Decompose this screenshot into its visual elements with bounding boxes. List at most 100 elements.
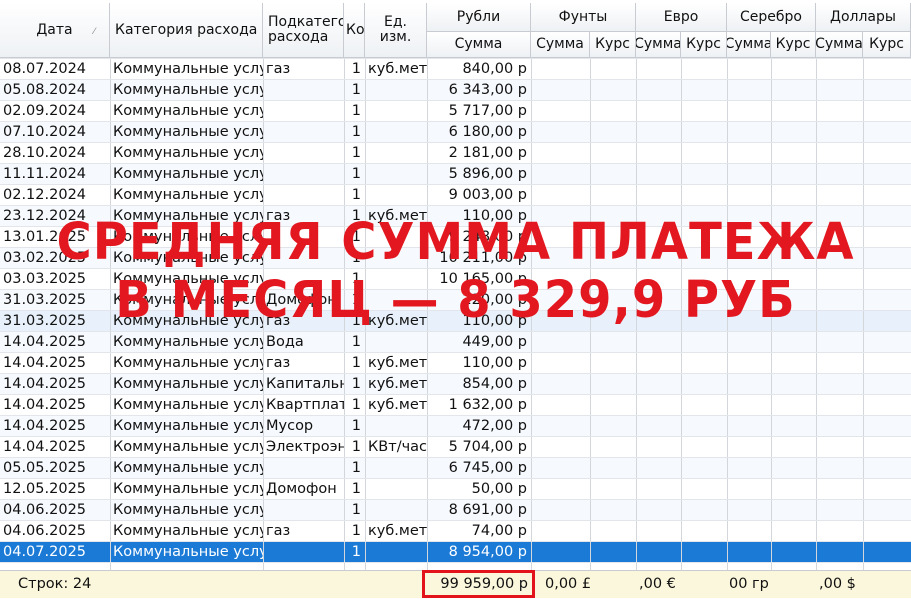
table-row[interactable]: 02.12.2024 Коммунальные услуги 1 9 003,00 р	[0, 185, 911, 206]
eur-total: ,00 €	[639, 576, 676, 592]
grid-row-divider	[0, 247, 911, 248]
table-row[interactable]: 12.05.2025 Коммунальные услугиДомофон 1 50,…	[0, 479, 911, 500]
table-row[interactable]: 11.11.2024 Коммунальные услуги 1 5 896,00 р	[0, 164, 911, 185]
cell-date: 07.10.2024	[3, 124, 87, 140]
cell-category: Коммунальные услуги	[113, 334, 263, 350]
cell-count: 1	[351, 418, 361, 434]
silver-total: 00 гр	[729, 576, 769, 592]
table-row[interactable]: 14.04.2025 Коммунальные услугиМусор 1 472,0…	[0, 416, 911, 437]
table-row[interactable]: 07.10.2024 Коммунальные услуги 1 6 180,00 р	[0, 122, 911, 143]
column-header-usd-rate[interactable]: Курс	[863, 32, 911, 58]
table-row[interactable]: 08.07.2024 Коммунальные услугигаз 1 куб.мет…	[0, 59, 911, 80]
column-header-usd-sum[interactable]: Сумма	[816, 32, 863, 58]
grid-row-divider	[0, 352, 911, 353]
column-header-count[interactable]: Количество	[344, 3, 365, 58]
table-row[interactable]: 23.12.2024 Коммунальные услугигаз 1 куб.мет…	[0, 206, 911, 227]
cell-date: 11.11.2024	[3, 166, 87, 182]
cell-rub-sum: 8 691,00 р	[448, 502, 527, 518]
table-row[interactable]: 03.03.2025 Коммунальные услуги 1 10 165,00 …	[0, 269, 911, 290]
cell-unit: куб.мет	[368, 523, 427, 539]
grid-divider	[344, 59, 345, 598]
cell-subcategory: Электроэнергия	[266, 439, 344, 455]
column-header-eur-rate[interactable]: Курс	[681, 32, 727, 58]
cell-date: 08.07.2024	[3, 61, 87, 77]
table-row[interactable]: 02.09.2024 Коммунальные услуги 1 5 717,00 р	[0, 101, 911, 122]
table-row[interactable]: 14.04.2025 Коммунальные услугиЭлектроэнер…	[0, 437, 911, 458]
column-header-subcategory[interactable]: Подкатегория расхода	[263, 3, 344, 58]
cell-count: 1	[351, 397, 361, 413]
grid-row-divider	[0, 457, 911, 458]
table-row[interactable]: 14.04.2025 Коммунальные услугигаз 1 куб.мет…	[0, 353, 911, 374]
cell-unit	[365, 500, 427, 521]
cell-date: 04.06.2025	[3, 502, 87, 518]
table-row[interactable]: 13.01.2025 Коммунальные услуги 1 9 248,00 р	[0, 227, 911, 248]
column-header-eur-sum-label: Сумма	[636, 36, 681, 52]
grid-row-divider	[0, 205, 911, 206]
cell-count: 1	[351, 271, 361, 287]
cell-rub-sum: 9 248,00 р	[448, 229, 527, 245]
cell-count: 1	[351, 103, 361, 119]
grid-row-divider	[0, 163, 911, 164]
table-row[interactable]: 04.06.2025 Коммунальные услуги 1 8 691,00 р	[0, 500, 911, 521]
expenses-grid[interactable]: Дата ⁄ Категория расхода Подкатегория ра…	[0, 0, 911, 598]
grid-row-divider	[0, 415, 911, 416]
table-row[interactable]: 14.04.2025 Коммунальные услугиКвартплата 1…	[0, 395, 911, 416]
column-header-rub-sum[interactable]: Сумма	[427, 32, 531, 58]
cell-date: 14.04.2025	[3, 355, 87, 371]
column-header-silver-sum[interactable]: Сумма	[727, 32, 771, 58]
column-header-gbp-sum[interactable]: Сумма	[531, 32, 590, 58]
cell-subcategory: Квартплата	[266, 397, 344, 413]
cell-rub-sum: 10 165,00 р	[439, 271, 527, 287]
cell-unit	[365, 416, 427, 437]
table-row[interactable]: 28.10.2024 Коммунальные услуги 1 2 181,00 р	[0, 143, 911, 164]
cell-date: 14.04.2025	[3, 397, 87, 413]
grid-row-divider	[0, 58, 911, 59]
cell-unit	[365, 332, 427, 353]
cell-count: 1	[351, 229, 361, 245]
cell-category: Коммунальные услуги	[113, 145, 263, 161]
table-row[interactable]: 14.04.2025 Коммунальные услугиВода 1 449,00…	[0, 332, 911, 353]
column-group-rubles: Рубли	[427, 3, 531, 32]
column-header-gbp-rate[interactable]: Курс	[590, 32, 636, 58]
table-row[interactable]: 05.08.2024 Коммунальные услуги 1 6 343,00 р	[0, 80, 911, 101]
column-header-eur-sum[interactable]: Сумма	[636, 32, 681, 58]
column-header-gbp-rate-label: Курс	[595, 36, 630, 52]
column-header-unit[interactable]: Ед. изм.	[365, 3, 427, 58]
rows-count: Строк: 24	[18, 576, 92, 592]
grid-divider	[816, 59, 817, 598]
grid-row-divider	[0, 289, 911, 290]
cell-rub-sum: 9 003,00 р	[448, 187, 527, 203]
table-row[interactable]: 31.03.2025 Коммунальные услугигаз 1 куб.мет…	[0, 311, 911, 332]
column-header-silver-rate[interactable]: Курс	[771, 32, 816, 58]
grid-row-divider	[0, 394, 911, 395]
table-row[interactable]: 03.02.2025 Коммунальные услуги 1 10 211,00 …	[0, 248, 911, 269]
cell-category: Коммунальные услуги	[113, 229, 263, 245]
cell-date: 31.03.2025	[3, 313, 87, 329]
cell-unit: КВт/час	[368, 439, 427, 455]
column-header-category[interactable]: Категория расхода	[110, 3, 263, 58]
cell-subcategory: Домофон	[266, 481, 337, 497]
column-header-silver-sum-label: Сумма	[727, 36, 771, 52]
cell-subcategory	[263, 101, 344, 122]
column-header-count-label: Количество	[346, 21, 365, 38]
grid-row-divider	[0, 184, 911, 185]
table-row[interactable]: 14.04.2025 Коммунальные услугиКапитальный…	[0, 374, 911, 395]
cell-count: 1	[351, 124, 361, 140]
grid-row-divider	[0, 499, 911, 500]
table-row[interactable]: 31.03.2025 Коммунальные услугиДомофон 1 220…	[0, 290, 911, 311]
column-header-date[interactable]: Дата ⁄	[0, 3, 110, 58]
grid-row-divider	[0, 541, 911, 542]
cell-count: 1	[351, 313, 361, 329]
cell-unit	[365, 101, 427, 122]
cell-rub-sum: 110,00 р	[462, 313, 527, 329]
cell-subcategory: газ	[266, 313, 291, 329]
grid-divider	[531, 59, 532, 598]
table-row[interactable]: 05.05.2025 Коммунальные услуги 1 6 745,00 р	[0, 458, 911, 479]
column-group-pounds: Фунты	[531, 3, 636, 32]
cell-unit: куб.мет	[368, 376, 427, 392]
cell-subcategory: газ	[266, 523, 291, 539]
table-row[interactable]: 04.07.2025 Коммунальные услуги 1 8 954,00 р	[0, 542, 911, 563]
table-row[interactable]: 04.06.2025 Коммунальные услугигаз 1 куб.мет…	[0, 521, 911, 542]
cell-unit	[365, 164, 427, 185]
cell-count: 1	[351, 544, 361, 560]
